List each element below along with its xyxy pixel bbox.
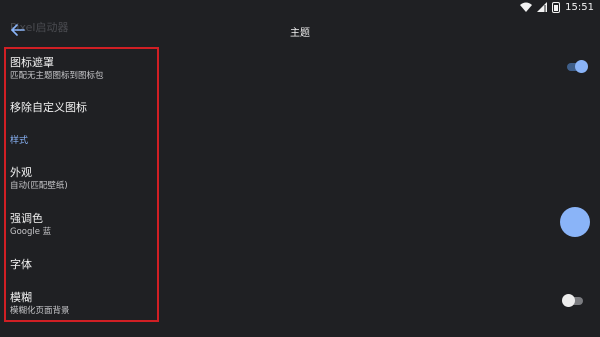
blur-title[interactable]: 模糊 <box>10 289 32 305</box>
signal-icon <box>537 2 548 12</box>
section-style-header: 样式 <box>10 136 29 146</box>
page-title: 主题 <box>290 28 310 39</box>
wifi-icon <box>520 2 533 12</box>
toggle-thumb <box>562 294 575 307</box>
status-time: 15:51 <box>565 1 594 13</box>
accent-color-title[interactable]: 强调色 <box>10 210 43 226</box>
accent-color-subtitle: Google 蓝 <box>10 227 52 237</box>
status-bar: 15:51 <box>0 0 600 14</box>
battery-icon <box>552 1 561 13</box>
appearance-subtitle: 自动(匹配壁纸) <box>10 181 68 191</box>
blur-toggle[interactable] <box>562 294 584 308</box>
blur-subtitle: 模糊化页面背景 <box>10 306 70 316</box>
appearance-title[interactable]: 外观 <box>10 164 32 180</box>
font-title[interactable]: 字体 <box>10 256 32 272</box>
accent-color-swatch[interactable] <box>560 207 590 237</box>
toggle-thumb <box>575 60 588 73</box>
icon-mask-subtitle: 匹配无主题图标到图标包 <box>10 71 104 81</box>
icon-mask-toggle[interactable] <box>566 60 588 74</box>
status-icons: 15:51 <box>520 0 594 14</box>
icon-mask-title[interactable]: 图标遮罩 <box>10 54 54 70</box>
remove-custom-icons-title[interactable]: 移除自定义图标 <box>10 99 87 115</box>
